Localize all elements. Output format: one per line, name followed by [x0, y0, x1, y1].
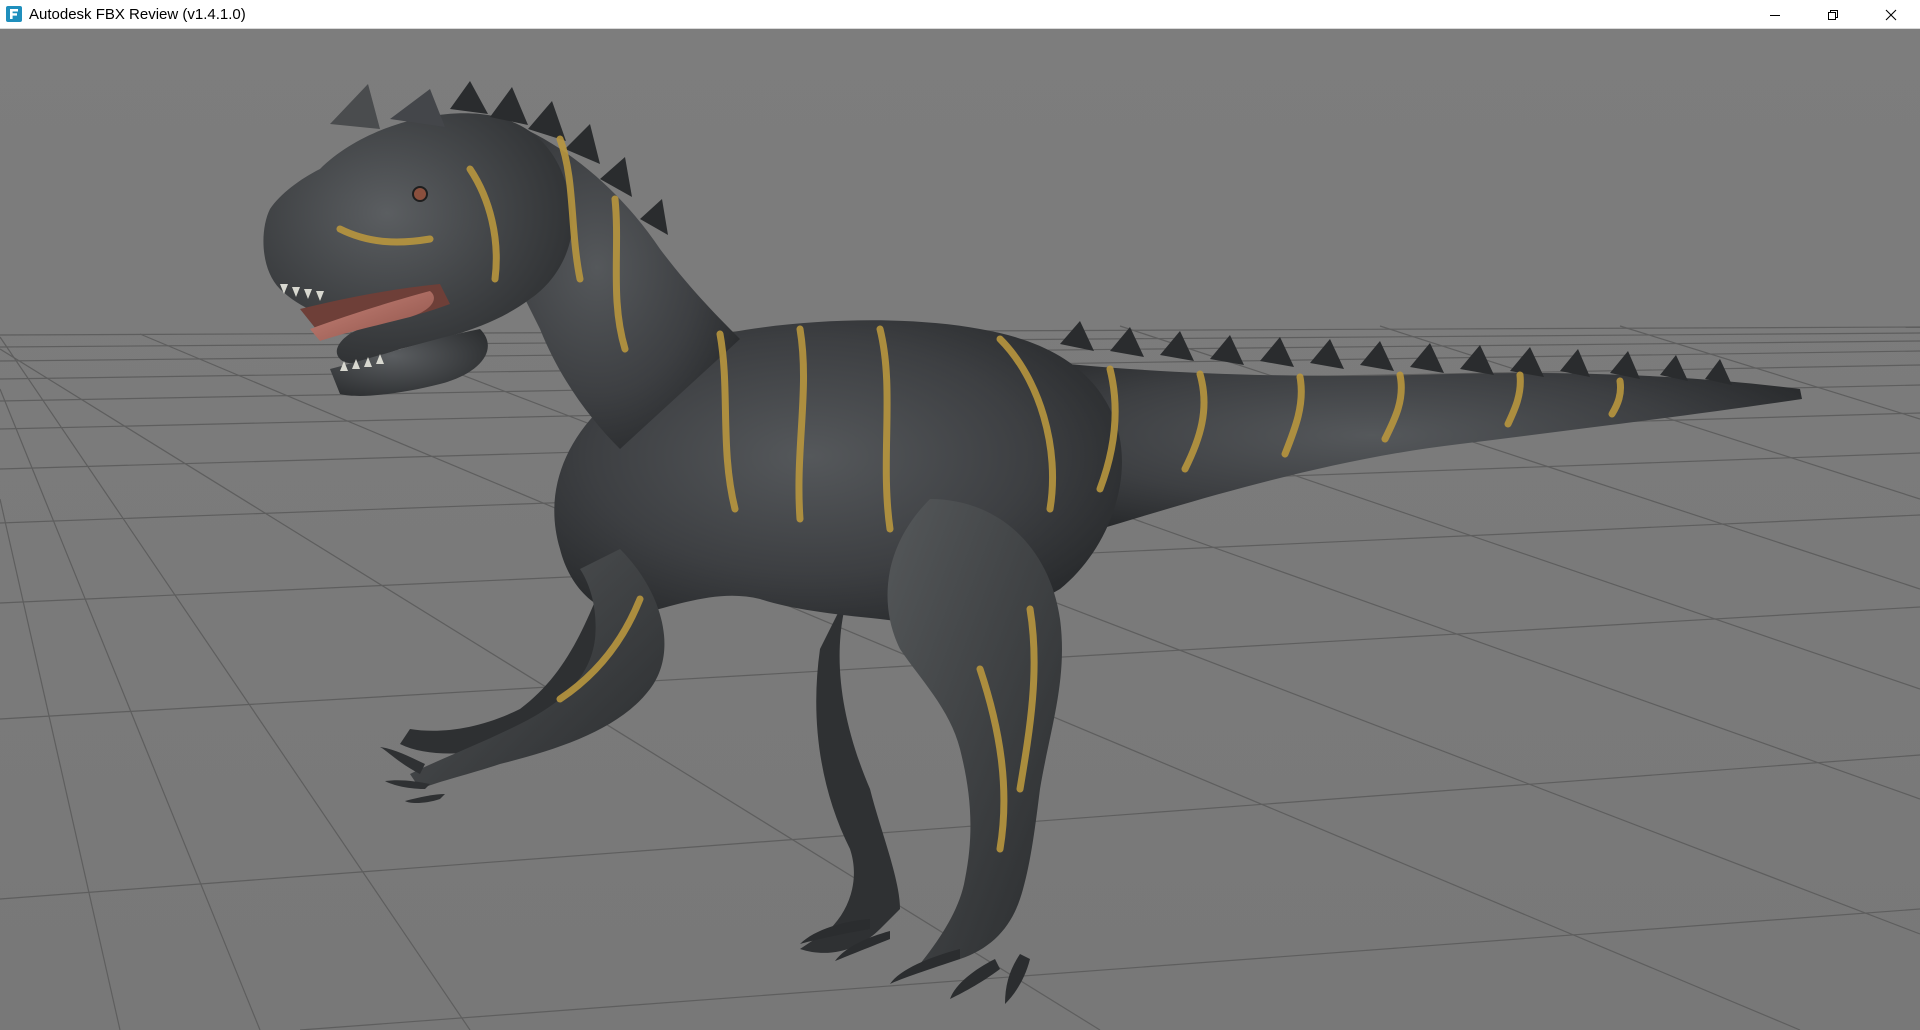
title-bar[interactable]: Autodesk FBX Review (v1.4.1.0) [0, 0, 1920, 29]
minimize-button[interactable] [1746, 0, 1804, 29]
3d-viewport[interactable] [0, 29, 1920, 1030]
minimize-icon [1770, 14, 1780, 16]
window-title: Autodesk FBX Review (v1.4.1.0) [29, 5, 246, 23]
eye [412, 186, 428, 202]
close-icon [1885, 9, 1897, 20]
window-controls [1746, 0, 1920, 29]
viewport-scene[interactable] [0, 29, 1920, 1030]
restore-button[interactable] [1804, 0, 1862, 29]
fbx-review-icon [6, 6, 22, 22]
restore-icon [1828, 9, 1838, 20]
app-window: Autodesk FBX Review (v1.4.1.0) [0, 0, 1920, 1030]
close-button[interactable] [1862, 0, 1920, 29]
